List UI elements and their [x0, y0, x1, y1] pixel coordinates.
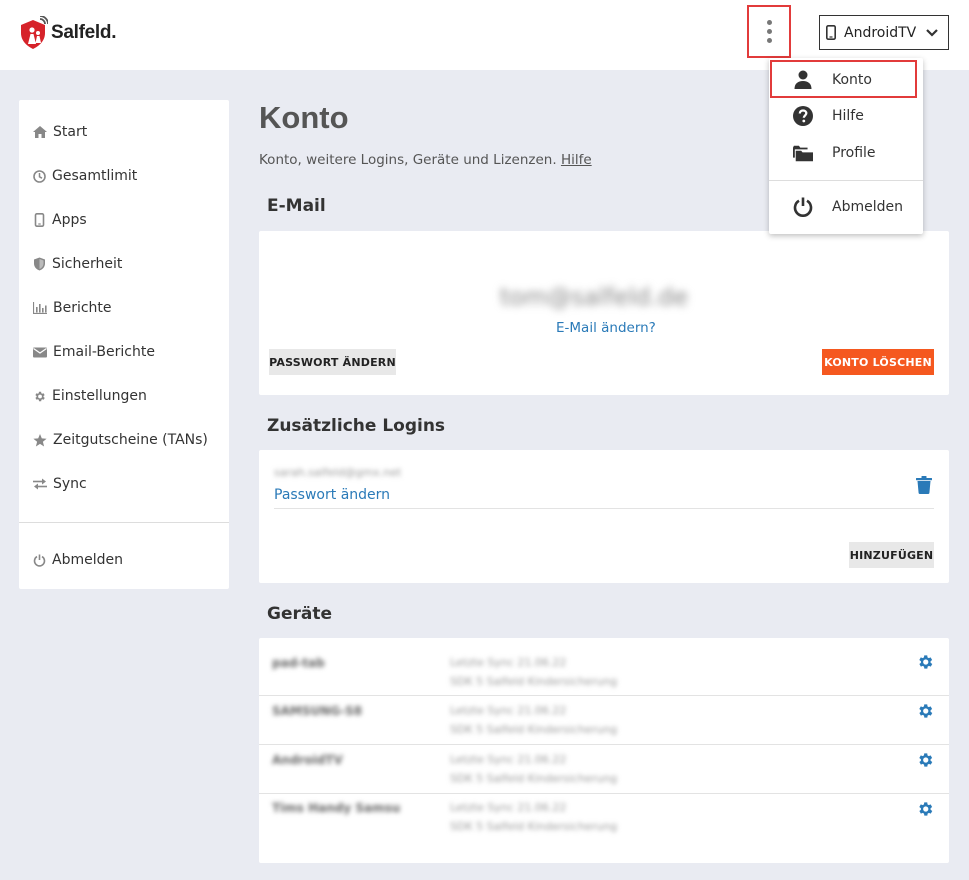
sidebar-item-label: Einstellungen: [52, 388, 147, 404]
sidebar-item-label: Email-Berichte: [53, 344, 155, 360]
device-version-info: SDK 5 Salfeld Kindersicherung: [450, 675, 618, 688]
sidebar-item-email-berichte[interactable]: Email-Berichte: [33, 341, 155, 363]
envelope-icon: [33, 347, 47, 357]
change-password-button[interactable]: PASSWORT ÄNDERN: [269, 349, 396, 375]
dropdown-item-profile[interactable]: Profile: [769, 138, 923, 168]
trash-icon[interactable]: [916, 476, 932, 494]
sidebar-item-label: Apps: [52, 212, 87, 228]
sidebar-item-label: Berichte: [53, 300, 112, 316]
change-email-link[interactable]: E-Mail ändern?: [556, 320, 656, 336]
device-selector-label: AndroidTV: [844, 24, 917, 41]
phone-icon: [34, 213, 45, 227]
dropdown-item-label: Abmelden: [832, 199, 903, 215]
home-icon: [33, 126, 47, 138]
device-sync-info: Letzte Sync 21.06.22: [450, 656, 567, 669]
device-settings-gear-icon[interactable]: [916, 702, 934, 720]
dropdown-item-label: Hilfe: [832, 108, 864, 124]
shield-icon: [34, 257, 45, 271]
star-icon: [33, 433, 47, 446]
clock-icon: [33, 169, 46, 183]
login-email-value: sarah.salfeld@gmx.net: [274, 466, 402, 479]
sidebar-item-berichte[interactable]: Berichte: [33, 297, 112, 319]
sidebar-item-abmelden[interactable]: Abmelden: [33, 549, 123, 571]
sidebar-item-sync[interactable]: Sync: [33, 473, 87, 495]
kebab-dot-icon: [766, 20, 772, 25]
kebab-dot-icon: [766, 38, 772, 43]
device-sync-info: Letzte Sync 21.06.22: [450, 753, 567, 766]
logins-section-title: Zusätzliche Logins: [267, 416, 446, 436]
kebab-dot-icon: [766, 29, 772, 34]
salfeld-logo-icon: [21, 16, 48, 49]
device-settings-gear-icon[interactable]: [916, 751, 934, 769]
brand-logo[interactable]: Salfeld.: [18, 16, 116, 50]
page-description-text: Konto, weitere Logins, Geräte und Lizenz…: [259, 152, 557, 168]
sidebar-divider: [19, 522, 229, 523]
device-sync-info: Letzte Sync 21.06.22: [450, 801, 567, 814]
sidebar: Start Gesamtlimit Apps Sicherheit Berich…: [19, 100, 229, 589]
device-version-info: SDK 5 Salfeld Kindersicherung: [450, 772, 618, 785]
more-menu-button[interactable]: [747, 5, 791, 58]
dropdown-divider: [769, 180, 923, 181]
device-name: SAMSUNG-S8: [272, 704, 363, 718]
devices-section-title: Geräte: [267, 604, 332, 624]
question-circle-icon: [793, 105, 813, 127]
sidebar-item-label: Abmelden: [52, 552, 123, 568]
sidebar-item-label: Gesamtlimit: [52, 168, 138, 184]
device-selector[interactable]: AndroidTV: [819, 15, 949, 50]
brand-name: Salfeld.: [51, 22, 117, 43]
page-description: Konto, weitere Logins, Geräte und Lizenz…: [259, 152, 592, 168]
sidebar-item-label: Sync: [53, 476, 87, 492]
device-row-divider: [259, 695, 949, 696]
dropdown-item-hilfe[interactable]: Hilfe: [769, 101, 923, 131]
help-link[interactable]: Hilfe: [561, 152, 592, 168]
sidebar-item-zeitgutscheine[interactable]: Zeitgutscheine (TANs): [33, 429, 208, 451]
dropdown-item-abmelden[interactable]: Abmelden: [769, 192, 923, 222]
power-icon: [793, 196, 813, 218]
gear-icon: [35, 391, 45, 401]
exchange-icon: [33, 478, 47, 490]
sidebar-item-einstellungen[interactable]: Einstellungen: [33, 385, 147, 407]
add-login-button[interactable]: HINZUFÜGEN: [849, 542, 934, 568]
device-sync-info: Letzte Sync 21.06.22: [450, 704, 567, 717]
bar-chart-icon: [33, 302, 47, 314]
sidebar-item-label: Sicherheit: [52, 256, 123, 272]
device-row-divider: [259, 793, 949, 794]
sidebar-item-label: Start: [53, 124, 88, 140]
device-name: AndroidTV: [272, 753, 343, 767]
sidebar-item-label: Zeitgutscheine (TANs): [53, 432, 208, 448]
dropdown-item-label: Profile: [832, 145, 876, 161]
sidebar-item-start[interactable]: Start: [33, 121, 87, 143]
folder-icon: [793, 142, 813, 164]
power-icon: [33, 554, 46, 567]
device-name: Tims Handy Samsu: [272, 801, 401, 815]
sidebar-item-apps[interactable]: Apps: [33, 209, 87, 231]
email-section-title: E-Mail: [267, 196, 326, 216]
device-version-info: SDK 5 Salfeld Kindersicherung: [450, 820, 618, 833]
login-row-divider: [274, 508, 934, 509]
device-settings-gear-icon[interactable]: [916, 653, 934, 671]
device-settings-gear-icon[interactable]: [916, 800, 934, 818]
sidebar-item-gesamtlimit[interactable]: Gesamtlimit: [33, 165, 137, 187]
mobile-phone-icon: [826, 25, 836, 40]
device-version-info: SDK 5 Salfeld Kindersicherung: [450, 723, 618, 736]
device-row-divider: [259, 744, 949, 745]
delete-account-button[interactable]: KONTO LÖSCHEN: [822, 349, 934, 375]
sidebar-item-sicherheit[interactable]: Sicherheit: [33, 253, 122, 275]
device-name: pad-tab: [272, 656, 325, 670]
login-change-password-link[interactable]: Passwort ändern: [274, 487, 390, 503]
chevron-down-icon: [926, 28, 938, 37]
page-title: Konto: [259, 100, 349, 135]
konto-highlight-box: [770, 60, 917, 98]
account-email-value: tom@salfeld.de: [500, 283, 689, 311]
